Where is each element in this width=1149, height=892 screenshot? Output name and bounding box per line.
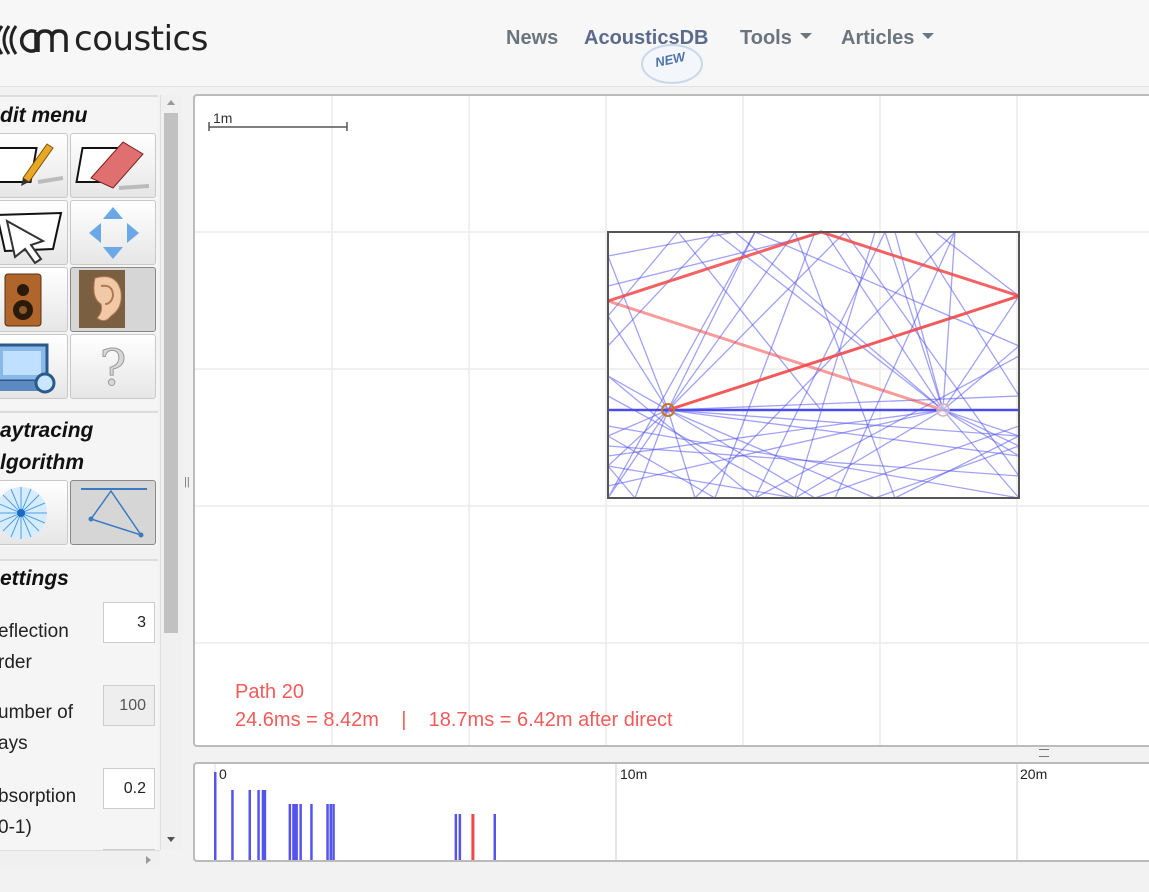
absorption-label-line2: 0-1) <box>0 817 32 838</box>
settings-title: ettings <box>0 567 69 590</box>
echogram-reflection-bar[interactable] <box>295 804 298 892</box>
help-button[interactable]: ? <box>70 334 156 399</box>
raytracing-title-line1: aytracing <box>0 419 94 442</box>
top-navbar: coustics News AcousticsDB NEW Tools Arti… <box>0 0 1149 87</box>
reflection-order-input[interactable]: 3 <box>103 602 155 643</box>
scale-bar-label: 1m <box>213 110 232 126</box>
reflection-order-label-line2: rder <box>0 652 32 673</box>
echogram-panel: 0 10m 20m <box>193 762 1149 892</box>
canvas-grid <box>195 96 1149 745</box>
echogram-reflection-bar[interactable] <box>263 790 267 886</box>
echogram-reflection-bar[interactable] <box>326 804 329 892</box>
algorithm-image-source-button[interactable] <box>70 480 156 545</box>
pencil-draw-icon <box>0 143 64 186</box>
echogram-reflection-bar[interactable] <box>458 814 462 892</box>
raytracing-algorithm-section: aytracing lgorithm <box>0 411 158 547</box>
raytracing-title-line2: lgorithm <box>0 451 84 474</box>
add-receiver-button[interactable] <box>70 267 156 332</box>
echogram-reflection-bar[interactable] <box>310 804 313 892</box>
scroll-right-arrow-icon[interactable] <box>146 856 151 864</box>
eraser-icon <box>75 141 150 190</box>
echogram-reflection-bar[interactable] <box>231 790 234 886</box>
nav-news[interactable]: News <box>506 27 558 50</box>
page-bottom-strip <box>0 870 1149 892</box>
nav-articles[interactable]: Articles <box>841 27 935 50</box>
room-drawing: 1m <box>195 96 1149 745</box>
path-detail: 24.6ms = 8.42m | 18.7ms = 6.42m after di… <box>235 709 673 731</box>
algorithm-raytracing-button[interactable] <box>0 480 68 545</box>
select-tool-button[interactable] <box>0 200 68 265</box>
screen-zoom-icon <box>0 343 56 394</box>
receiver-marker[interactable] <box>936 403 950 417</box>
chevron-down-icon <box>799 32 812 39</box>
reflection-order-label-line1: eflection <box>0 621 69 642</box>
settings-section: ettings eflection rder 3 umber of ays 10… <box>0 559 158 850</box>
echogram-tick-20m: 20m <box>1020 766 1047 782</box>
echogram-tick-10m: 10m <box>620 766 647 782</box>
image-source-triangle-icon <box>81 488 147 538</box>
echogram-chart: 0 10m 20m <box>214 764 1047 892</box>
new-badge-label: NEW <box>653 49 687 70</box>
move-arrows-icon <box>89 207 139 259</box>
path-title: Path 20 <box>235 681 304 703</box>
logo-text: coustics <box>74 19 208 59</box>
reflection-order-label: eflection rder <box>0 616 69 678</box>
chevron-down-icon <box>922 32 935 39</box>
echogram-reflection-bar[interactable] <box>257 790 260 886</box>
select-pointer-icon <box>0 211 63 264</box>
echogram-reflection-bar[interactable] <box>454 814 458 892</box>
echogram-reflection-bar[interactable] <box>493 814 497 892</box>
nav-tools[interactable]: Tools <box>740 27 812 50</box>
edit-menu-section: dit menu ? <box>0 95 158 410</box>
edit-menu-title: dit menu <box>0 104 88 127</box>
room-canvas[interactable]: 1m <box>193 94 1149 747</box>
nav-tools-label: Tools <box>740 27 792 49</box>
ear-receiver-icon <box>79 270 125 328</box>
vertical-splitter-grip[interactable]: || <box>184 476 190 488</box>
echogram-reflection-bar[interactable] <box>248 790 252 886</box>
room-walls[interactable] <box>607 231 1020 499</box>
nav-acousticsdb[interactable]: AcousticsDB <box>584 27 708 50</box>
svg-text:?: ? <box>100 339 127 397</box>
draw-wall-button[interactable] <box>0 133 68 198</box>
highlighted-reflection-path <box>607 230 1020 412</box>
scroll-up-arrow-icon[interactable] <box>167 100 175 105</box>
number-of-rays-label-line1: umber of <box>0 702 73 723</box>
speaker-source-icon <box>4 273 42 327</box>
number-of-rays-label-line2: ays <box>0 733 28 754</box>
tool-sidebar: dit menu ? aytracing lgorithm ettings ef… <box>0 95 158 850</box>
screen-zoom-button[interactable] <box>0 334 68 399</box>
move-tool-button[interactable] <box>70 200 156 265</box>
scrollbar-thumb[interactable] <box>164 113 178 633</box>
erase-button[interactable] <box>70 133 156 198</box>
number-of-rays-label: umber of ays <box>0 697 73 759</box>
echogram-reflection-bar[interactable] <box>299 804 302 892</box>
raytracing-burst-icon <box>0 487 47 539</box>
scroll-down-arrow-icon[interactable] <box>167 837 175 842</box>
echogram-tick-0: 0 <box>219 766 227 782</box>
logo-mark-icon <box>0 25 68 55</box>
number-of-rays-input[interactable]: 100 <box>103 685 155 726</box>
new-badge: NEW <box>641 44 703 84</box>
echogram-reflection-bar[interactable] <box>288 804 292 892</box>
absorption-input[interactable]: 0.2 <box>103 768 155 809</box>
echogram-reflection-bar[interactable] <box>332 804 335 892</box>
sidebar-vertical-scrollbar[interactable] <box>160 95 181 850</box>
add-source-button[interactable] <box>0 267 68 332</box>
absorption-label-line1: bsorption <box>0 786 77 807</box>
help-icon: ? <box>99 339 127 398</box>
absorption-label: bsorption 0-1) <box>0 781 76 843</box>
sidebar-horizontal-scrollbar[interactable] <box>0 850 160 869</box>
echogram-reflection-bar[interactable] <box>214 772 217 868</box>
ray-paths <box>606 230 1022 500</box>
horizontal-splitter-grip[interactable] <box>1039 749 1049 757</box>
nav-articles-label: Articles <box>841 27 915 49</box>
echogram-reflection-bar[interactable] <box>329 804 333 892</box>
echogram-highlight-bar[interactable] <box>471 814 475 892</box>
